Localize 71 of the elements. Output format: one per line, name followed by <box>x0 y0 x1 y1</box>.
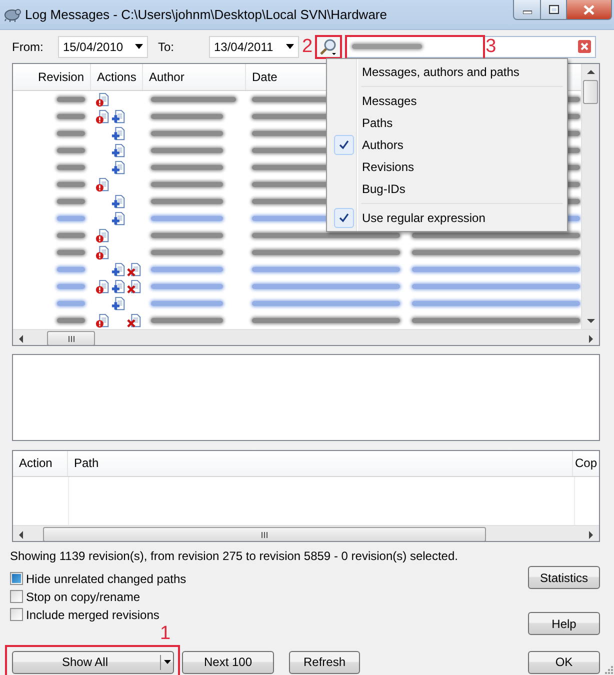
window-title: Log Messages - C:\Users\johnm\Desktop\Local SVN\Hardware <box>25 6 387 24</box>
checkbox-label[interactable]: Stop on copy/rename <box>26 590 140 604</box>
menu-item[interactable]: Paths <box>359 116 393 130</box>
clear-icon <box>578 40 591 52</box>
blurred-text-drawing <box>151 114 223 119</box>
menu-item[interactable]: Use regular expression <box>359 211 486 225</box>
menu-item[interactable]: Messages, authors and paths <box>359 65 520 79</box>
scrollbar-thumb[interactable] <box>583 80 598 104</box>
menu-item[interactable]: Messages <box>359 94 417 108</box>
search-options-button[interactable] <box>314 34 342 58</box>
caret-icon <box>164 660 171 664</box>
column-header[interactable]: Revision <box>13 64 91 90</box>
status-text: Showing 1139 revision(s), from revision 275 to revision 5859 - 0 revision(s) selected. <box>10 549 459 564</box>
checkmark-icon <box>339 213 349 223</box>
annotation-number: 1 <box>160 623 171 645</box>
resize-grip-icon <box>603 664 613 674</box>
menu-item[interactable]: Authors <box>359 138 404 152</box>
to-label: To: <box>158 40 176 54</box>
menu-item[interactable]: Bug-IDs <box>359 182 406 196</box>
column-header[interactable]: Action <box>13 451 68 476</box>
blurred-text-drawing <box>352 44 422 49</box>
toolbar-button[interactable]: Refresh <box>289 650 360 674</box>
column-header[interactable]: Path <box>68 451 573 476</box>
search-field[interactable]: 3 <box>344 36 596 58</box>
blurred-text-drawing <box>151 267 223 272</box>
from-label: From: <box>12 40 44 54</box>
annotation-number: 3 <box>486 36 496 56</box>
blurred-text-drawing <box>151 131 223 136</box>
column-header[interactable]: Cop <box>573 451 599 476</box>
show-all-button[interactable]: Show All <box>12 650 174 674</box>
maximize-button[interactable] <box>541 0 567 20</box>
grip-icon <box>68 336 74 342</box>
checkbox[interactable] <box>10 590 23 603</box>
app-icon <box>3 6 21 22</box>
blurred-text-drawing <box>151 301 223 306</box>
column-header[interactable]: Author <box>143 64 246 90</box>
blurred-text-drawing <box>151 148 223 153</box>
checkbox[interactable] <box>10 572 23 585</box>
blurred-text-drawing <box>151 165 223 170</box>
ok-button[interactable]: OK <box>528 650 600 674</box>
from-date-picker[interactable]: 15/04/2010 <box>58 36 148 58</box>
side-button[interactable]: Statistics <box>528 566 600 589</box>
checkbox-label[interactable]: Include merged revisions <box>26 608 160 622</box>
dropdown-arrow-icon <box>286 44 294 49</box>
blurred-text-drawing <box>151 318 223 323</box>
message-box[interactable] <box>12 354 600 441</box>
toolbar-button[interactable]: Next 100 <box>182 650 274 674</box>
checkmark-icon <box>339 140 349 150</box>
dropdown-arrow-icon <box>135 44 143 49</box>
checkbox-label[interactable]: Hide unrelated changed paths <box>26 572 186 586</box>
column-header[interactable]: Actions <box>91 64 143 90</box>
close-icon <box>583 4 595 14</box>
maximize-icon <box>548 5 558 14</box>
checkbox[interactable] <box>10 608 23 621</box>
blurred-text-drawing <box>151 250 223 255</box>
vertical-scrollbar[interactable] <box>581 64 599 329</box>
blurred-text-drawing <box>151 284 223 289</box>
close-button[interactable] <box>567 0 612 20</box>
blurred-text-drawing <box>151 182 223 187</box>
side-button[interactable]: Help <box>528 612 600 635</box>
to-date-picker[interactable]: 13/04/2011 <box>209 36 299 58</box>
blurred-text-drawing <box>151 199 223 204</box>
scrollbar-thumb[interactable] <box>43 527 486 541</box>
annotation-number: 2 <box>302 36 313 56</box>
blurred-text-drawing <box>151 233 223 238</box>
search-icon <box>319 38 338 56</box>
scrollbar-thumb[interactable] <box>47 331 95 345</box>
minimize-button[interactable] <box>513 0 541 20</box>
grip-icon <box>261 532 268 538</box>
blurred-text-drawing <box>151 216 223 221</box>
menu-item[interactable]: Revisions <box>359 160 414 174</box>
